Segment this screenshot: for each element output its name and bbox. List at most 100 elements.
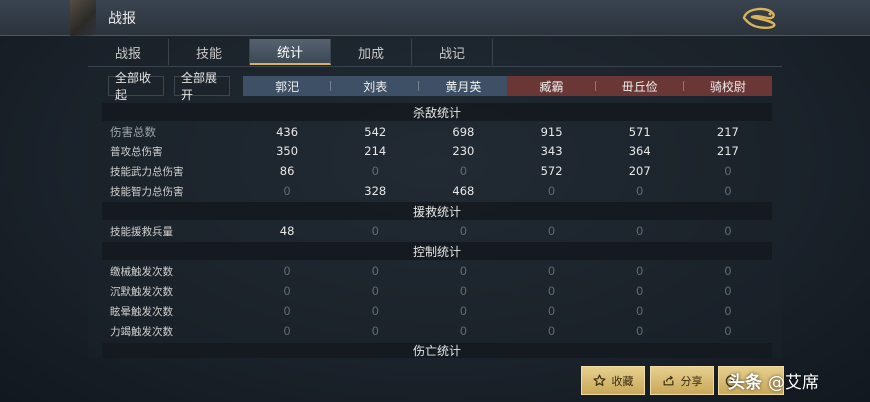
row-label: 技能援救兵量 [110, 225, 173, 238]
stat-cell: 0 [724, 164, 732, 178]
stat-cell: 915 [540, 125, 563, 139]
stat-cell: 0 [547, 184, 556, 198]
watermark-handle: @艾席 [768, 372, 819, 393]
stat-cell: 0 [547, 224, 556, 238]
general-header: 臧霸 [507, 76, 596, 96]
stat-cell: 214 [364, 144, 387, 158]
stat-cell: 0 [724, 224, 732, 238]
watermark-brand: 头条 [728, 372, 762, 393]
stat-cell: 0 [459, 264, 468, 278]
stat-cell: 217 [716, 144, 739, 158]
expand-all-button[interactable]: 全部展开 [174, 71, 230, 102]
stat-cell: 343 [540, 144, 563, 158]
stat-cell: 0 [371, 264, 379, 278]
stat-cell: 0 [283, 264, 291, 278]
watermark: 头条 @艾席 [728, 366, 819, 394]
title-bar: 战报 [0, 0, 870, 36]
stat-cell: 0 [724, 184, 732, 198]
stat-cell: 698 [452, 125, 475, 139]
close-button[interactable] [738, 3, 782, 33]
stat-cell: 542 [364, 125, 387, 139]
row-label: 眩晕触发次数 [110, 305, 173, 318]
share-label: 分享 [680, 374, 703, 388]
stat-cell: 0 [724, 324, 732, 338]
general-header: 骑校尉 [683, 76, 772, 96]
stat-cell: 0 [283, 284, 291, 298]
stat-cell: 0 [636, 304, 644, 318]
stat-cell: 0 [459, 164, 468, 178]
stat-cell: 0 [371, 164, 379, 178]
row-label: 技能智力总伤害 [110, 185, 184, 198]
row-label: 普攻总伤害 [110, 145, 163, 158]
table-row: 沉默触发次数 0 0 0 0 0 0 [110, 281, 772, 301]
stat-cell: 48 [279, 224, 295, 238]
window-title: 战报 [108, 11, 136, 27]
stat-cell: 0 [547, 284, 556, 298]
dragon-close-icon [742, 7, 776, 29]
stat-cell: 468 [452, 184, 475, 198]
stat-cell: 0 [636, 224, 644, 238]
table-row: 技能援救兵量 48 0 0 0 0 0 [110, 221, 772, 241]
general-header-row: 郭汜 刘表 黄月英 臧霸 毌丘俭 骑校尉 [243, 76, 772, 96]
ornament-icon [70, 0, 96, 36]
stat-cell: 230 [452, 144, 475, 158]
row-label: 缴械触发次数 [110, 265, 173, 278]
stat-cell: 0 [371, 224, 379, 238]
share-icon [663, 375, 673, 386]
stat-cell: 0 [459, 224, 468, 238]
stat-cell: 0 [459, 284, 468, 298]
star-icon [592, 374, 606, 386]
tab-skills[interactable]: 技能 [169, 39, 250, 65]
tab-battle-report[interactable]: 战报 [88, 39, 169, 65]
section-header-casualty[interactable]: 伤亡统计 [102, 343, 772, 358]
row-label: 沉默触发次数 [110, 285, 173, 298]
stat-cell: 0 [371, 324, 379, 338]
stat-cell: 207 [628, 164, 651, 178]
table-row: 普攻总伤害 350 214 230 343 364 217 [110, 141, 772, 161]
tab-statistics[interactable]: 统计 [250, 39, 331, 65]
stat-cell: 0 [371, 304, 379, 318]
general-header: 黄月英 [419, 76, 508, 96]
stat-cell: 86 [279, 164, 295, 178]
stat-cell: 328 [364, 184, 387, 198]
stat-cell: 0 [636, 184, 644, 198]
stat-cell: 0 [371, 284, 379, 298]
tab-battle-log[interactable]: 战记 [412, 39, 493, 65]
stat-cell: 0 [547, 304, 556, 318]
tab-bonus[interactable]: 加成 [331, 39, 412, 65]
stat-cell: 0 [636, 324, 644, 338]
stat-cell: 0 [547, 264, 556, 278]
stats-panel: 战报 技能 统计 加成 战记 全部收起 全部展开 郭汜 刘表 黄月英 臧霸 毌丘… [88, 36, 782, 358]
section-header-kill[interactable]: 杀敌统计 [102, 103, 772, 121]
section-header-rescue[interactable]: 援救统计 [102, 202, 772, 220]
stat-cell: 217 [716, 125, 739, 139]
section-header-control[interactable]: 控制统计 [102, 242, 772, 260]
stat-cell: 0 [724, 264, 732, 278]
general-header: 刘表 [331, 76, 420, 96]
stat-cell: 0 [283, 304, 291, 318]
share-button[interactable]: 分享 [650, 366, 714, 395]
table-row: 伤害总数 436 542 698 915 571 217 [110, 122, 772, 142]
row-label: 力竭触发次数 [110, 325, 173, 338]
row-label: 伤害总数 [110, 125, 156, 139]
table-row: 力竭触发次数 0 0 0 0 0 0 [110, 321, 772, 341]
stat-cell: 571 [628, 125, 651, 139]
general-header: 毌丘俭 [595, 76, 684, 96]
favorite-button[interactable]: 收藏 [581, 366, 645, 395]
general-header: 郭汜 [243, 76, 332, 96]
stat-cell: 0 [283, 184, 291, 198]
stat-cell: 0 [724, 304, 732, 318]
table-row: 眩晕触发次数 0 0 0 0 0 0 [110, 301, 772, 321]
stat-cell: 0 [636, 284, 644, 298]
table-row: 技能武力总伤害 86 0 0 572 207 0 [110, 161, 772, 181]
stat-cell: 0 [459, 324, 468, 338]
stat-cell: 0 [547, 324, 556, 338]
row-label: 技能武力总伤害 [110, 165, 184, 178]
table-row: 技能智力总伤害 0 328 468 0 0 0 [110, 181, 772, 201]
favorite-label: 收藏 [611, 374, 634, 388]
stat-cell: 436 [276, 125, 299, 139]
table-row: 缴械触发次数 0 0 0 0 0 0 [110, 261, 772, 281]
stat-cell: 572 [540, 164, 563, 178]
stat-cell: 0 [283, 324, 291, 338]
collapse-all-button[interactable]: 全部收起 [108, 71, 164, 102]
